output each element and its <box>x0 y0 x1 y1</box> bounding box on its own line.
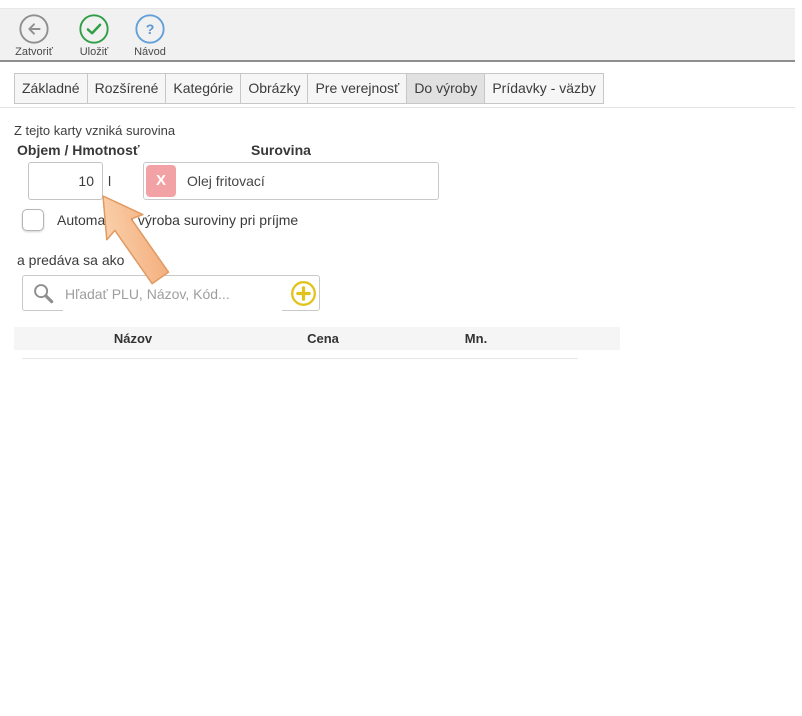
add-product-button[interactable] <box>290 280 317 307</box>
tab-panel-divider <box>0 107 795 108</box>
save-button[interactable]: Uložiť <box>66 13 122 59</box>
help-button-label: Návod <box>122 46 178 58</box>
column-header-mn: Mn. <box>411 327 541 350</box>
product-search-box <box>22 275 320 311</box>
check-circle-icon <box>66 13 122 45</box>
tab-rozsirene[interactable]: Rozšírené <box>87 73 167 104</box>
auto-production-checkbox[interactable] <box>22 209 44 231</box>
column-header-nazov: Názov <box>68 327 198 350</box>
tab-do-vyroby[interactable]: Do výroby <box>406 73 485 104</box>
product-card-window: Zatvoriť Uložiť ? Návod Základné Rozší <box>0 0 802 716</box>
close-button[interactable]: Zatvoriť <box>6 13 62 59</box>
volume-label: Objem / Hmotnosť <box>17 142 140 158</box>
empty-table-row <box>22 350 578 359</box>
tab-bar: Základné Rozšírené Kategórie Obrázky Pre… <box>14 73 604 104</box>
question-circle-icon: ? <box>122 13 178 45</box>
save-button-label: Uložiť <box>66 46 122 58</box>
tab-kategorie[interactable]: Kategórie <box>165 73 241 104</box>
remove-ingredient-button[interactable]: X <box>146 165 176 197</box>
volume-unit: l <box>108 173 111 189</box>
sells-as-label: a predáva sa ako <box>17 252 124 268</box>
plus-icon <box>290 280 317 307</box>
back-arrow-icon <box>6 13 62 45</box>
toolbar: Zatvoriť Uložiť ? Návod <box>0 8 795 62</box>
results-table-header: Názov Cena Mn. <box>14 327 620 350</box>
volume-input[interactable] <box>28 162 103 200</box>
svg-text:?: ? <box>146 21 155 37</box>
ingredient-value: Olej fritovací <box>187 173 265 189</box>
tab-zakladne[interactable]: Základné <box>14 73 88 104</box>
ingredient-label: Surovina <box>251 142 311 158</box>
auto-production-label: Automatická výroba suroviny pri príjme <box>57 212 298 228</box>
tab-pridavky-vazby[interactable]: Prídavky - väzby <box>484 73 603 104</box>
production-heading: Z tejto karty vzniká surovina <box>14 123 175 138</box>
tab-obrazky[interactable]: Obrázky <box>240 73 308 104</box>
column-header-cena: Cena <box>258 327 388 350</box>
help-button[interactable]: ? Návod <box>122 13 178 59</box>
tab-pre-verejnost[interactable]: Pre verejnosť <box>307 73 407 104</box>
close-button-label: Zatvoriť <box>6 46 62 58</box>
ingredient-field[interactable]: X Olej fritovací <box>143 162 439 200</box>
search-input[interactable] <box>63 277 282 311</box>
search-icon <box>32 282 55 310</box>
